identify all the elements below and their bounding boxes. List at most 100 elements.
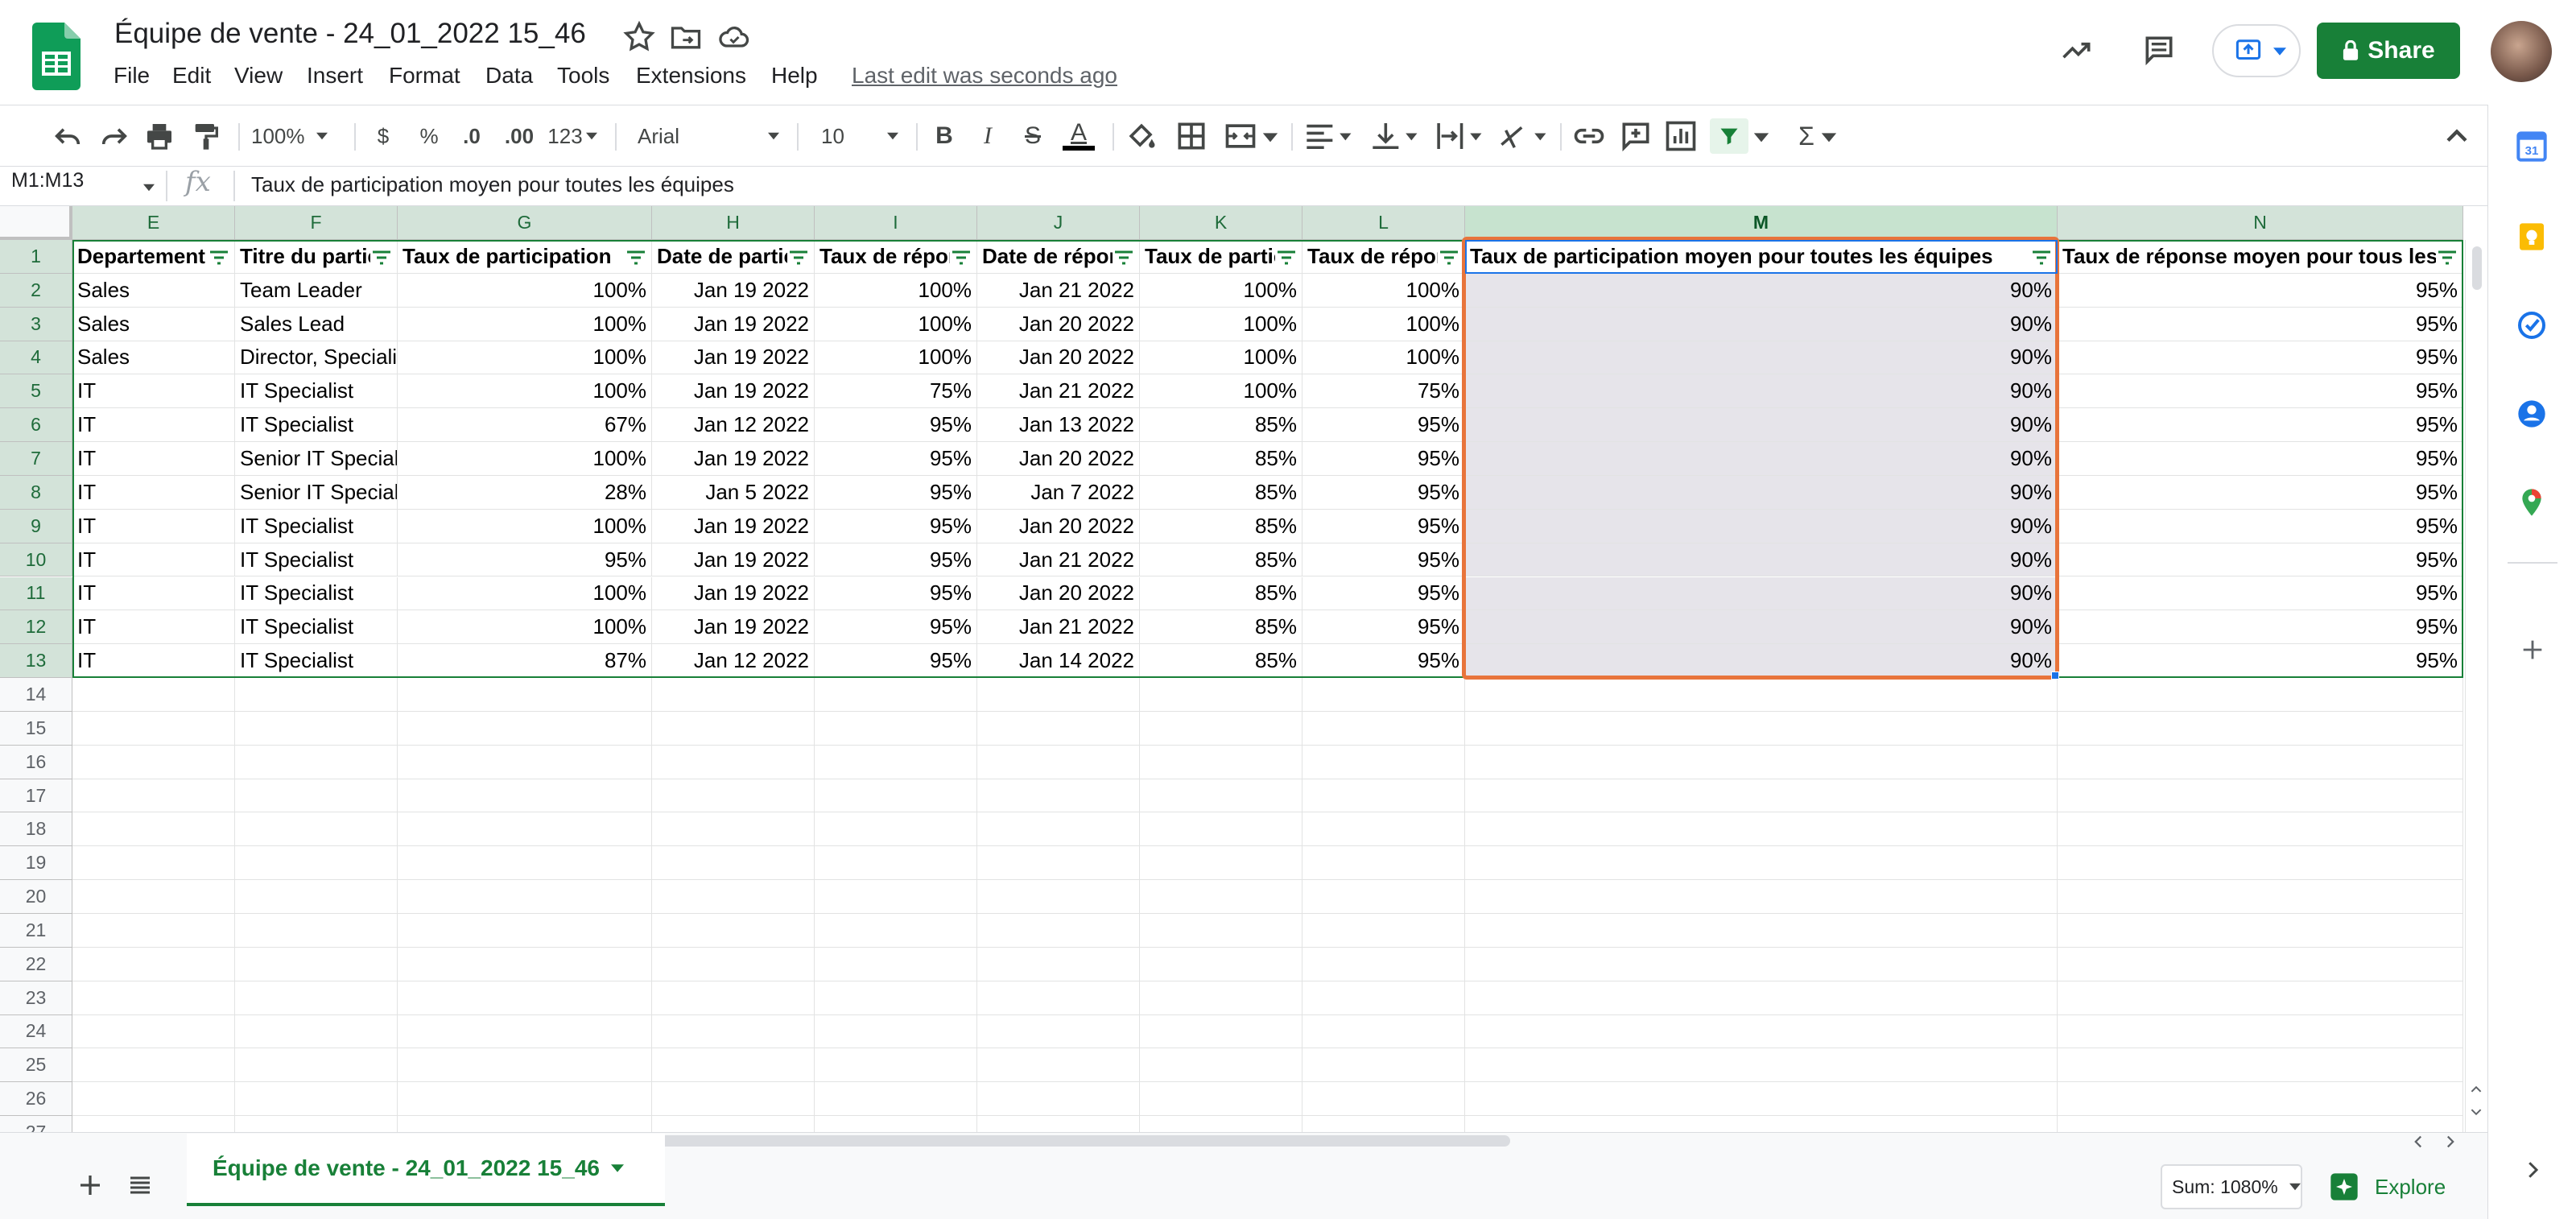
cell-m14[interactable] xyxy=(1465,678,2058,712)
cell-e3[interactable]: Sales xyxy=(72,307,235,341)
cell-e26[interactable] xyxy=(72,1082,235,1117)
cell-j7[interactable]: Jan 20 2022 xyxy=(977,442,1140,476)
cell-m12[interactable]: 90% xyxy=(1465,610,2058,645)
cell-l17[interactable] xyxy=(1302,779,1465,813)
last-edit-link[interactable]: Last edit was seconds ago xyxy=(852,63,1117,89)
cell-j24[interactable] xyxy=(977,1014,1140,1049)
cell-i3[interactable]: 100% xyxy=(815,307,977,341)
cell-e22[interactable] xyxy=(72,947,235,981)
cell-n23[interactable] xyxy=(2058,981,2463,1015)
row-header-27[interactable]: 27 xyxy=(0,1116,72,1132)
cell-h19[interactable] xyxy=(652,846,815,881)
cell-k3[interactable]: 100% xyxy=(1140,307,1302,341)
paint-format-icon[interactable] xyxy=(190,118,222,154)
cell-l10[interactable]: 95% xyxy=(1302,543,1465,577)
cell-n10[interactable]: 95% xyxy=(2058,543,2463,577)
cell-i14[interactable] xyxy=(815,678,977,712)
cell-g16[interactable] xyxy=(398,745,652,779)
cell-k16[interactable] xyxy=(1140,745,1302,779)
row-header-8[interactable]: 8 xyxy=(0,475,72,510)
cell-i5[interactable]: 75% xyxy=(815,374,977,409)
cell-g13[interactable]: 87% xyxy=(398,644,652,679)
add-icon[interactable] xyxy=(2519,636,2546,663)
collapse-toolbar-icon[interactable] xyxy=(2439,118,2475,154)
merge-cells-icon[interactable] xyxy=(1222,118,1259,154)
cell-m16[interactable] xyxy=(1465,745,2058,779)
undo-icon[interactable] xyxy=(52,118,84,154)
cell-g24[interactable] xyxy=(398,1014,652,1049)
cell-l9[interactable]: 95% xyxy=(1302,509,1465,543)
more-formats-button[interactable]: 123 xyxy=(544,118,601,154)
cell-i10[interactable]: 95% xyxy=(815,543,977,577)
strikethrough-button[interactable]: S xyxy=(1016,118,1050,154)
cell-m27[interactable] xyxy=(1465,1116,2058,1132)
row-header-1[interactable]: 1 xyxy=(0,240,72,274)
cell-l8[interactable]: 95% xyxy=(1302,475,1465,510)
row-header-12[interactable]: 12 xyxy=(0,610,72,645)
cell-l19[interactable] xyxy=(1302,846,1465,881)
cell-i15[interactable] xyxy=(815,711,977,746)
cell-e2[interactable]: Sales xyxy=(72,273,235,308)
format-currency-button[interactable]: $ xyxy=(367,118,399,154)
column-header-h[interactable]: H xyxy=(652,206,815,240)
cell-i26[interactable] xyxy=(815,1082,977,1117)
cell-m8[interactable]: 90% xyxy=(1465,475,2058,510)
cell-j6[interactable]: Jan 13 2022 xyxy=(977,408,1140,443)
expand-panel-icon[interactable] xyxy=(2520,1158,2545,1182)
cell-l26[interactable] xyxy=(1302,1082,1465,1117)
move-to-folder-icon[interactable] xyxy=(668,19,704,55)
cell-h11[interactable]: Jan 19 2022 xyxy=(652,576,815,611)
cell-h24[interactable] xyxy=(652,1014,815,1049)
cell-f21[interactable] xyxy=(235,914,398,948)
menu-extensions[interactable]: Extensions xyxy=(636,63,746,89)
column-filter-icon[interactable] xyxy=(626,250,646,265)
column-filter-icon[interactable] xyxy=(209,250,229,265)
cell-f22[interactable] xyxy=(235,947,398,981)
cell-l21[interactable] xyxy=(1302,914,1465,948)
cell-n2[interactable]: 95% xyxy=(2058,273,2463,308)
cell-g27[interactable] xyxy=(398,1116,652,1132)
cell-m6[interactable]: 90% xyxy=(1465,408,2058,443)
cell-g3[interactable]: 100% xyxy=(398,307,652,341)
row-header-10[interactable]: 10 xyxy=(0,543,72,577)
column-header-m[interactable]: M xyxy=(1465,206,2058,240)
text-rotation-icon[interactable] xyxy=(1497,118,1549,154)
cell-m19[interactable] xyxy=(1465,846,2058,881)
cell-h3[interactable]: Jan 19 2022 xyxy=(652,307,815,341)
star-icon[interactable] xyxy=(621,19,657,55)
cell-l23[interactable] xyxy=(1302,981,1465,1015)
bold-button[interactable]: B xyxy=(927,118,961,154)
column-header-f[interactable]: F xyxy=(235,206,398,240)
scroll-right-icon[interactable] xyxy=(2444,1135,2457,1148)
cell-f9[interactable]: IT Specialist xyxy=(235,509,398,543)
column-filter-icon[interactable] xyxy=(789,250,808,265)
cell-h8[interactable]: Jan 5 2022 xyxy=(652,475,815,510)
row-header-15[interactable]: 15 xyxy=(0,711,72,746)
cell-h16[interactable] xyxy=(652,745,815,779)
cell-e10[interactable]: IT xyxy=(72,543,235,577)
cell-f20[interactable] xyxy=(235,880,398,914)
cell-m18[interactable] xyxy=(1465,812,2058,847)
cell-f10[interactable]: IT Specialist xyxy=(235,543,398,577)
cell-g20[interactable] xyxy=(398,880,652,914)
row-header-7[interactable]: 7 xyxy=(0,442,72,476)
cell-l15[interactable] xyxy=(1302,711,1465,746)
cell-h10[interactable]: Jan 19 2022 xyxy=(652,543,815,577)
cell-l20[interactable] xyxy=(1302,880,1465,914)
cell-k27[interactable] xyxy=(1140,1116,1302,1132)
italic-button[interactable]: I xyxy=(971,118,1005,154)
cell-g26[interactable] xyxy=(398,1082,652,1117)
cell-n21[interactable] xyxy=(2058,914,2463,948)
menu-data[interactable]: Data xyxy=(485,63,533,89)
cell-k15[interactable] xyxy=(1140,711,1302,746)
cell-g18[interactable] xyxy=(398,812,652,847)
column-header-l[interactable]: L xyxy=(1302,206,1465,240)
cell-f23[interactable] xyxy=(235,981,398,1015)
cell-e13[interactable]: IT xyxy=(72,644,235,679)
name-box[interactable]: M1:M13 xyxy=(11,169,84,192)
cell-i19[interactable] xyxy=(815,846,977,881)
format-percent-button[interactable]: % xyxy=(411,118,448,154)
header-cell-m[interactable]: Taux de participation moyen pour toutes … xyxy=(1465,240,2058,274)
cell-g9[interactable]: 100% xyxy=(398,509,652,543)
cell-l22[interactable] xyxy=(1302,947,1465,981)
